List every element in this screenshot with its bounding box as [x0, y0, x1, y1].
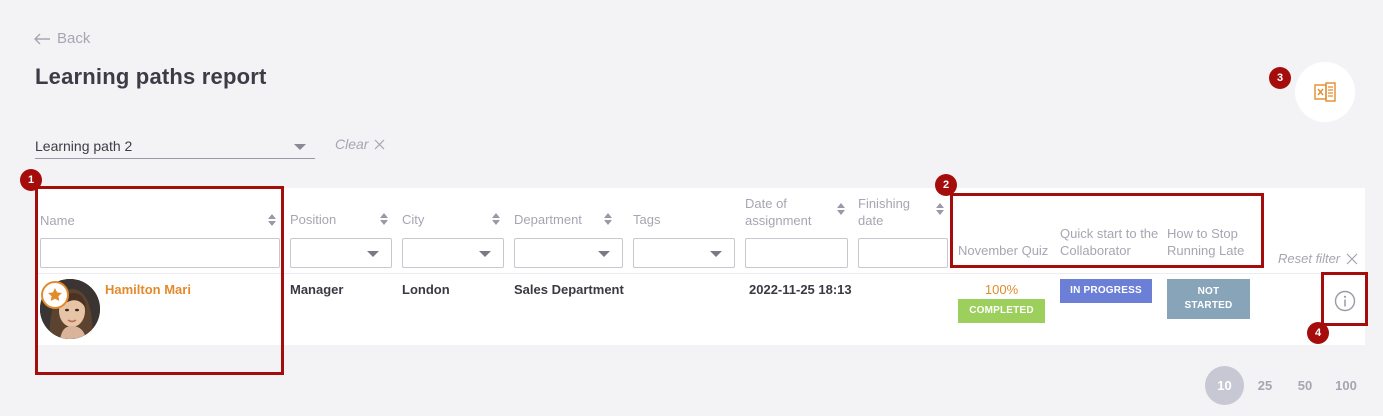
- header-name[interactable]: Name: [40, 212, 75, 229]
- excel-export-button[interactable]: [1295, 62, 1355, 122]
- header-tags: Tags: [633, 212, 661, 227]
- tags-filter-select[interactable]: [633, 238, 735, 268]
- chevron-down-icon: [598, 251, 610, 257]
- name-filter-input[interactable]: [40, 238, 280, 268]
- chevron-down-icon: [710, 251, 722, 257]
- annotation-badge-4: 4: [1307, 322, 1329, 344]
- arrow-left-icon: [34, 33, 50, 44]
- close-icon: [1346, 253, 1358, 264]
- header-position[interactable]: Position: [290, 211, 336, 228]
- annotation-badge-3: 3: [1269, 67, 1291, 89]
- close-icon: [375, 139, 385, 149]
- header-city[interactable]: City: [402, 211, 424, 228]
- page-size-50[interactable]: 50: [1290, 366, 1320, 405]
- header-finishing-date[interactable]: Finishing date: [858, 195, 928, 229]
- assignment-date-filter[interactable]: [745, 238, 848, 268]
- header-date-of-assignment[interactable]: Date of assignment: [745, 195, 835, 229]
- reset-filter-label: Reset filter: [1278, 251, 1341, 266]
- cell-department: Sales Department: [514, 282, 624, 297]
- chevron-down-icon: [367, 251, 379, 257]
- sort-finishing-icon[interactable]: [936, 203, 944, 215]
- header-course-3: How to Stop Running Late: [1167, 226, 1245, 258]
- department-filter-select[interactable]: [514, 238, 623, 268]
- sort-city-icon[interactable]: [492, 213, 500, 225]
- user-name-link[interactable]: Hamilton Mari: [105, 282, 191, 297]
- page-size-25[interactable]: 25: [1250, 366, 1280, 405]
- learning-path-value: Learning path 2: [35, 138, 133, 154]
- cell-position: Manager: [290, 282, 344, 297]
- chevron-down-icon: [294, 144, 306, 150]
- featured-badge: [41, 281, 69, 309]
- status-badge-in-progress: IN PROGRESS: [1060, 279, 1152, 303]
- row-info-button[interactable]: [1334, 290, 1356, 312]
- page-title: Learning paths report: [35, 64, 267, 89]
- header-department[interactable]: Department: [514, 211, 582, 228]
- chevron-down-icon: [479, 251, 491, 257]
- status-badge-completed: COMPLETED: [958, 299, 1045, 323]
- clear-label: Clear: [335, 136, 369, 152]
- status-badge-not-started: NOT STARTED: [1167, 279, 1250, 319]
- back-label: Back: [57, 30, 91, 47]
- learning-path-select[interactable]: Learning path 2: [35, 138, 315, 159]
- sort-department-icon[interactable]: [604, 213, 612, 225]
- cell-city: London: [402, 282, 450, 297]
- sort-date-icon[interactable]: [837, 203, 845, 215]
- finishing-date-filter[interactable]: [858, 238, 948, 268]
- reset-filter-button[interactable]: Reset filter: [1278, 251, 1358, 266]
- info-icon: [1334, 290, 1356, 312]
- star-icon: [48, 288, 62, 301]
- header-course-1: November Quiz: [958, 243, 1049, 258]
- sort-name-icon[interactable]: [268, 214, 276, 226]
- annotation-badge-1: 1: [20, 169, 42, 191]
- cell-date-of-assignment: 2022-11-25 18:13: [749, 282, 852, 297]
- page-size-10[interactable]: 10: [1205, 366, 1244, 405]
- position-filter-select[interactable]: [290, 238, 392, 268]
- clear-filter-button[interactable]: Clear: [335, 136, 385, 152]
- city-filter-select[interactable]: [402, 238, 504, 268]
- sort-position-icon[interactable]: [380, 213, 388, 225]
- course-1-percent: 100%: [984, 282, 1019, 297]
- header-course-2: Quick start to the Collaborator: [1060, 226, 1159, 258]
- header-divider: [35, 273, 1365, 274]
- annotation-badge-2: 2: [935, 174, 957, 196]
- back-link[interactable]: Back: [34, 30, 90, 47]
- page-size-100[interactable]: 100: [1330, 366, 1362, 405]
- excel-export-icon: [1314, 82, 1336, 102]
